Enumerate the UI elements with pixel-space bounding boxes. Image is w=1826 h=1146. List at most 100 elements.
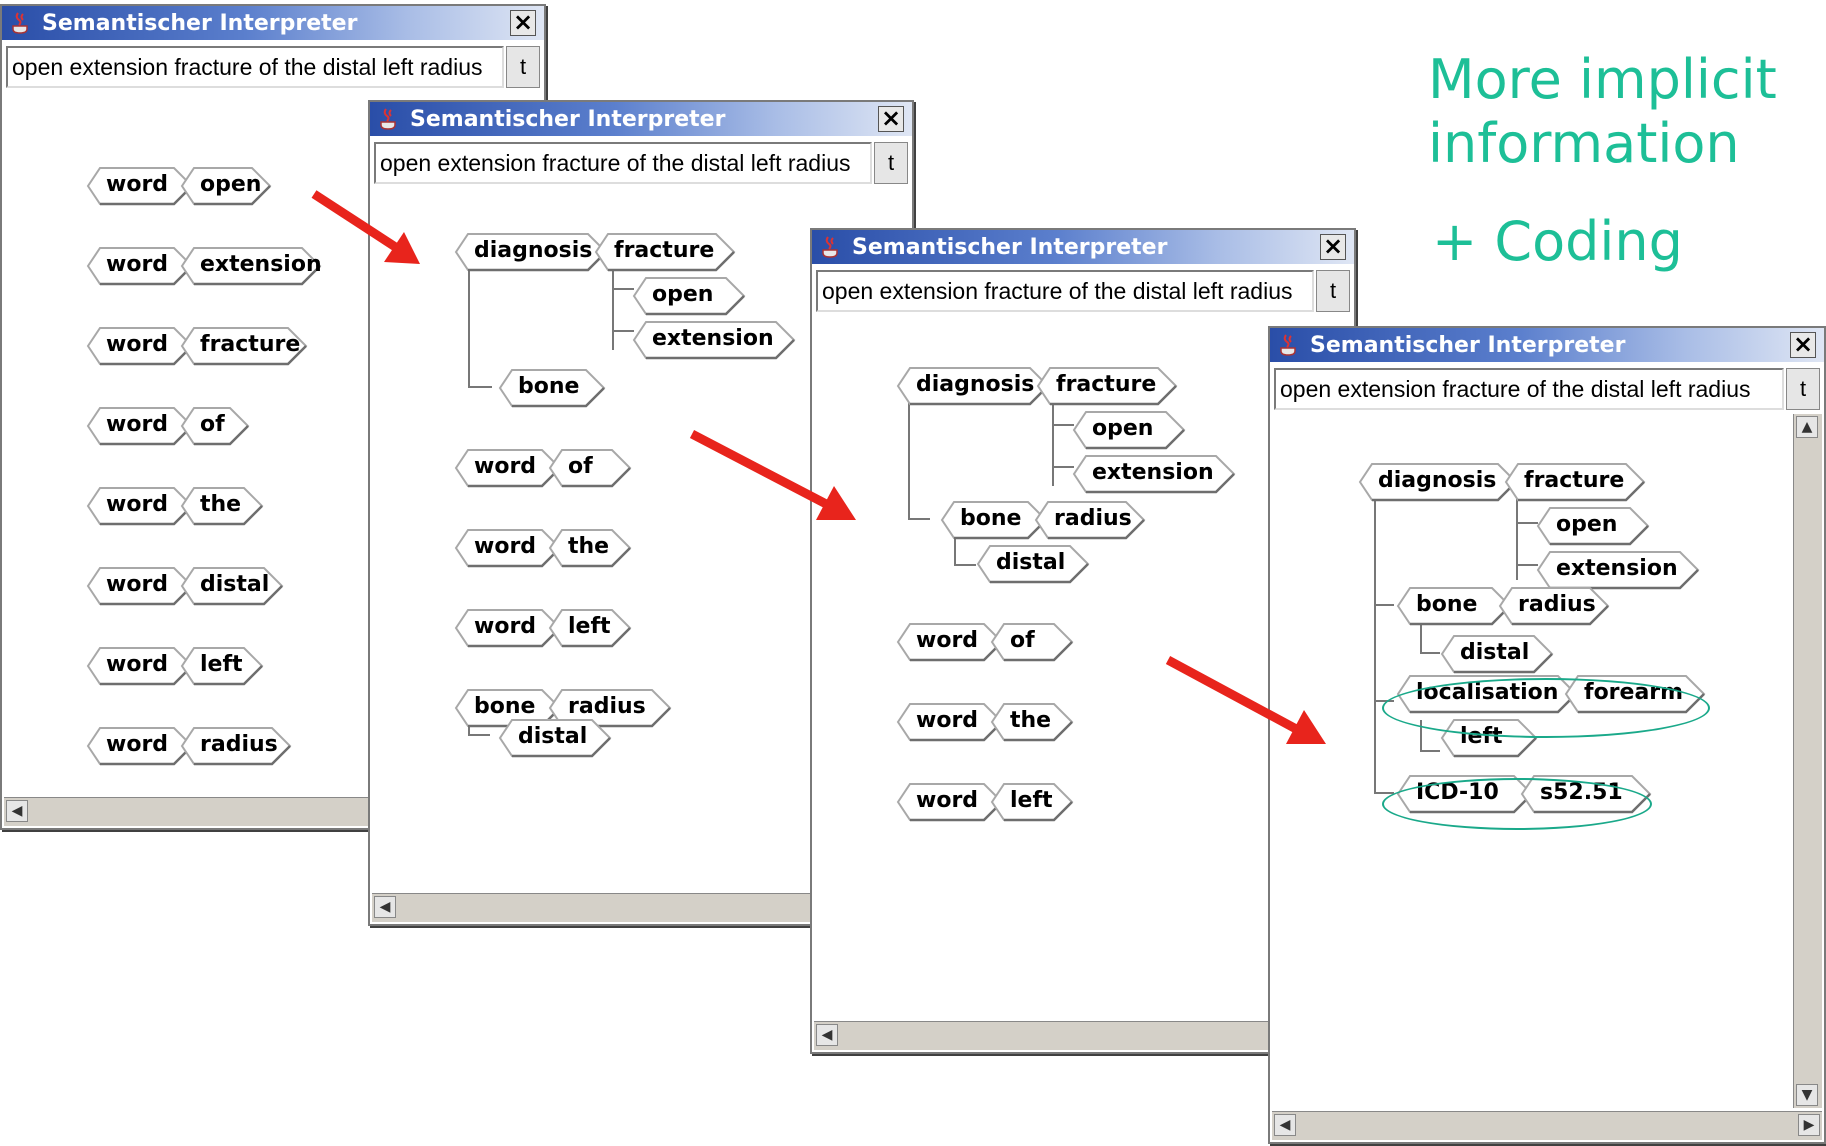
node-label: word [474,614,537,639]
tree-node-value[interactable]: open [178,166,274,206]
node-label: diagnosis [1378,468,1497,493]
node-label: extension [1092,460,1214,485]
tree-node-value[interactable]: radius [1496,586,1612,626]
tree-node[interactable]: open [1070,410,1188,450]
tree-node-value[interactable]: the [988,702,1076,742]
t-button[interactable]: t [874,142,908,184]
tree-node[interactable]: extension [630,320,798,360]
node-label: the [568,534,610,559]
node-label: open [1092,416,1154,441]
highlight-ellipse [1382,678,1710,738]
java-cup-icon [380,108,396,130]
tree-node-value[interactable]: of [988,622,1076,662]
tree-node[interactable]: distal [496,718,614,758]
node-label: radius [1054,506,1132,531]
tree-connector [954,538,956,566]
node-label: fracture [614,238,715,263]
tree-connector [1374,478,1376,792]
node-label: of [568,454,593,479]
query-input[interactable]: open extension fracture of the distal le… [1274,368,1784,410]
node-label: the [200,492,242,517]
node-label: word [106,492,169,517]
close-button[interactable]: × [1320,234,1346,260]
node-label: word [106,332,169,357]
tree-node-value[interactable]: fracture [1034,366,1180,406]
tree-connector [1420,750,1440,752]
tree-node[interactable]: bone [496,368,608,408]
t-button[interactable]: t [1316,270,1350,312]
node-label: extension [652,326,774,351]
title-bar[interactable]: Semantischer Interpreter × [812,230,1354,264]
title-bar[interactable]: Semantischer Interpreter × [2,6,544,40]
scroll-left-icon[interactable]: ◀ [1274,1114,1296,1136]
tree-node-key[interactable]: diagnosis [894,366,1052,406]
vertical-scrollbar[interactable]: ▲ ▼ [1793,414,1822,1108]
tree-node-value[interactable]: of [546,448,634,488]
window-title: Semantischer Interpreter [1310,333,1626,358]
tree-node[interactable]: distal [974,544,1092,584]
tree-connector [468,734,490,736]
node-label: of [200,412,225,437]
arrow-icon [311,190,420,264]
tree-node-value[interactable]: fracture [1502,462,1648,502]
close-button[interactable]: × [1790,332,1816,358]
annotation-line-2: information [1428,112,1740,175]
node-label: radius [1518,592,1596,617]
tree-panel: diagnosis fracture open extension bone radius… [1272,414,1792,1108]
node-label: word [106,412,169,437]
tree-node-value[interactable]: the [178,486,266,526]
scroll-up-icon[interactable]: ▲ [1796,416,1818,438]
node-label: word [106,172,169,197]
node-label: bone [474,694,536,719]
query-input[interactable]: open extension fracture of the distal le… [374,142,872,184]
node-label: diagnosis [916,372,1035,397]
tree-node-value[interactable]: the [546,528,634,568]
node-label: left [1010,788,1053,813]
close-button[interactable]: × [510,10,536,36]
window-title: Semantischer Interpreter [852,235,1168,260]
tree-connector [1420,652,1440,654]
annotation-line-3: + Coding [1432,210,1683,273]
tree-node-key[interactable]: diagnosis [452,232,610,272]
tree-node-value[interactable]: radius [178,726,294,766]
scroll-right-icon[interactable]: ▶ [1798,1114,1820,1136]
node-label: word [916,708,979,733]
tree-node[interactable]: open [630,276,748,316]
tree-node-value[interactable]: left [178,646,266,686]
node-label: distal [996,550,1066,575]
tree-node-value[interactable]: left [546,608,634,648]
tree-node-value[interactable]: left [988,782,1076,822]
tree-node-value[interactable]: distal [178,566,286,606]
tree-connector [468,386,492,388]
title-bar[interactable]: Semantischer Interpreter × [1270,328,1824,362]
query-input[interactable]: open extension fracture of the distal le… [816,270,1314,312]
arrow-icon [689,430,856,520]
tree-node-value[interactable]: fracture [592,232,738,272]
scroll-left-icon[interactable]: ◀ [816,1024,838,1046]
title-bar[interactable]: Semantischer Interpreter × [370,102,912,136]
tree-node-value[interactable]: of [178,406,252,446]
scroll-left-icon[interactable]: ◀ [6,800,28,822]
close-button[interactable]: × [878,106,904,132]
t-button[interactable]: t [1786,368,1820,410]
node-label: of [1010,628,1035,653]
scroll-down-icon[interactable]: ▼ [1796,1084,1818,1106]
query-input[interactable]: open extension fracture of the distal le… [6,46,504,88]
node-label: fracture [200,332,301,357]
tree-node[interactable]: open [1534,506,1652,546]
tree-node-key[interactable]: diagnosis [1356,462,1520,502]
tree-node[interactable]: distal [1438,634,1556,674]
node-label: bone [960,506,1022,531]
tree-node[interactable]: extension [1070,454,1238,494]
tree-node[interactable]: extension [1534,550,1702,590]
tree-connector [1420,624,1422,654]
tree-node-value[interactable]: fracture [178,326,310,366]
t-button[interactable]: t [506,46,540,88]
tree-node-value[interactable]: radius [1032,500,1148,540]
annotation-line-1: More implicit [1428,48,1777,111]
horizontal-scrollbar[interactable]: ◀ ▶ [1272,1111,1822,1140]
tree-connector [954,564,976,566]
scroll-left-icon[interactable]: ◀ [374,896,396,918]
node-label: bone [518,374,580,399]
node-label: open [652,282,714,307]
